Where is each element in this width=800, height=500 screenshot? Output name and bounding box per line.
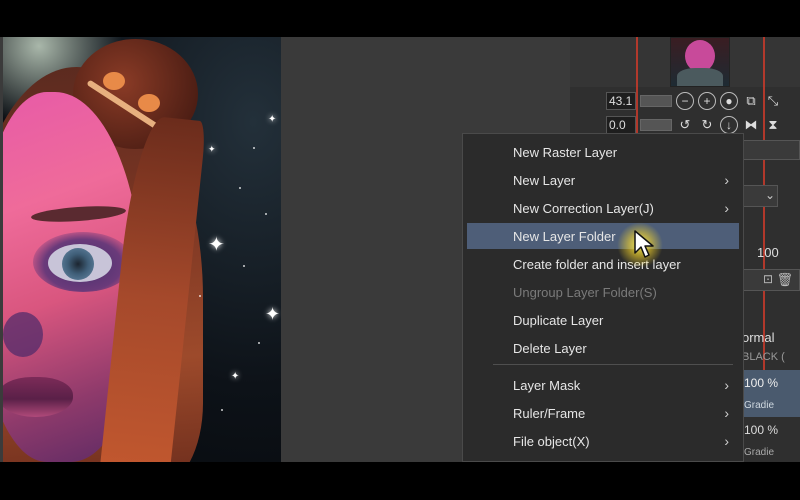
chevron-right-icon: › xyxy=(724,433,729,449)
layer-name: Gradie xyxy=(744,447,775,458)
opacity-value[interactable]: 100 xyxy=(757,245,779,260)
trash-icon[interactable]: 🗑 xyxy=(776,272,793,288)
layer-row[interactable]: 100 % Gradie xyxy=(742,370,800,418)
zoom-out-icon[interactable]: − xyxy=(676,92,694,110)
zoom-slider[interactable] xyxy=(640,95,672,107)
menu-item-label: File object(X) xyxy=(513,433,590,449)
rotation-row: 0.0 ↺ ↻ ↓ ⧓ ⧗ xyxy=(606,115,782,135)
artwork-ornament xyxy=(138,94,160,112)
panel-tabs[interactable] xyxy=(742,140,800,160)
star-dot xyxy=(221,409,223,411)
fit-window-icon[interactable]: ⧉ xyxy=(742,92,760,110)
canvas-artwork[interactable]: ✦ ✦ ✦ ✦ ✦ xyxy=(3,37,281,462)
chevron-right-icon: › xyxy=(724,172,729,188)
menu-item-file-object[interactable]: File object(X) › xyxy=(467,428,739,454)
zoom-row: 43.1 − + ● ⧉ ⤡ xyxy=(606,91,782,111)
menu-item-label: New Layer Folder xyxy=(513,228,616,244)
menu-item-label: Delete Layer xyxy=(513,340,587,356)
menu-item-label: New Raster Layer xyxy=(513,144,618,160)
menu-item-label: New Correction Layer(J) xyxy=(513,200,654,216)
menu-item-new-correction-layer[interactable]: New Correction Layer(J) › xyxy=(467,195,739,221)
mouse-pointer-icon xyxy=(634,230,654,258)
rotate-right-icon[interactable]: ↻ xyxy=(698,116,716,134)
menu-item-label: Duplicate Layer xyxy=(513,312,604,328)
chevron-right-icon: › xyxy=(724,200,729,216)
menu-item-delete-layer[interactable]: Delete Layer xyxy=(467,335,739,361)
star-dot xyxy=(265,213,267,215)
star-dot xyxy=(253,147,255,149)
menu-item-duplicate-layer[interactable]: Duplicate Layer xyxy=(467,307,739,333)
rotation-input[interactable]: 0.0 xyxy=(606,116,636,134)
layer-toolbar[interactable]: 🗑 ⊡ xyxy=(742,269,800,291)
blend-mode-label[interactable]: ormal xyxy=(742,330,800,345)
layer-opacity: 100 % xyxy=(744,376,779,390)
layer-opacity: 100 % xyxy=(744,423,779,437)
artwork-eye xyxy=(48,244,112,282)
menu-item-label: Ruler/Frame xyxy=(513,405,586,421)
fit-view-icon[interactable]: ● xyxy=(720,92,738,110)
menu-separator xyxy=(493,364,733,365)
zoom-in-icon[interactable]: + xyxy=(698,92,716,110)
navigator-thumbnail[interactable] xyxy=(670,37,730,87)
chevron-down-icon: ⌄ xyxy=(764,188,775,202)
sparkle-icon: ✦ xyxy=(208,144,216,154)
star-dot xyxy=(199,295,201,297)
sparkle-icon: ✦ xyxy=(265,304,281,324)
menu-item-ungroup-layer-folder: Ungroup Layer Folder(S) xyxy=(467,279,739,305)
menu-item-layer-mask[interactable]: Layer Mask › xyxy=(467,372,739,398)
zoom-input[interactable]: 43.1 xyxy=(606,92,636,110)
actual-size-icon[interactable]: ⤡ xyxy=(764,92,782,110)
rotation-slider[interactable] xyxy=(640,119,672,131)
sparkle-icon: ✦ xyxy=(208,234,225,256)
artwork-iris xyxy=(62,248,94,280)
menu-item-new-layer-folder[interactable]: New Layer Folder xyxy=(467,223,739,249)
flip-vertical-icon[interactable]: ⧗ xyxy=(764,116,782,134)
menu-item-ruler-frame[interactable]: Ruler/Frame › xyxy=(467,400,739,426)
flip-horizontal-icon[interactable]: ⧓ xyxy=(742,116,760,134)
chevron-right-icon: › xyxy=(724,405,729,421)
blend-dropdown[interactable]: ⌄ xyxy=(742,185,778,207)
layer-row[interactable]: 100 % Gradie xyxy=(742,417,800,462)
artwork-ornament xyxy=(103,72,125,90)
menu-item-label: Layer Mask xyxy=(513,377,581,393)
reset-rotation-icon[interactable]: ↓ xyxy=(720,116,738,134)
menu-item-label: New Layer xyxy=(513,172,576,188)
chevron-right-icon: › xyxy=(724,377,729,393)
sparkle-icon: ✦ xyxy=(231,371,240,382)
menu-item-label: Ungroup Layer Folder(S) xyxy=(513,284,657,300)
menu-item-new-raster-layer[interactable]: New Raster Layer xyxy=(467,139,739,165)
layer-context-menu: New Raster Layer New Layer › New Correct… xyxy=(462,133,744,462)
star-dot xyxy=(243,265,245,267)
menu-item-new-layer[interactable]: New Layer › xyxy=(467,167,739,193)
artwork-nose xyxy=(3,312,43,357)
rotate-left-icon[interactable]: ↺ xyxy=(676,116,694,134)
navigator-strip xyxy=(570,37,800,87)
thumbnail-body xyxy=(677,68,723,86)
layer-name-label[interactable]: BLACK ( xyxy=(742,351,800,363)
sparkle-icon: ✦ xyxy=(268,114,277,125)
layer-name: Gradie xyxy=(744,400,775,411)
star-dot xyxy=(239,187,241,189)
star-dot xyxy=(258,342,260,344)
menu-item-create-folder-insert-layer[interactable]: Create folder and insert layer xyxy=(467,251,739,277)
new-folder-icon[interactable]: ⊡ xyxy=(763,272,773,286)
